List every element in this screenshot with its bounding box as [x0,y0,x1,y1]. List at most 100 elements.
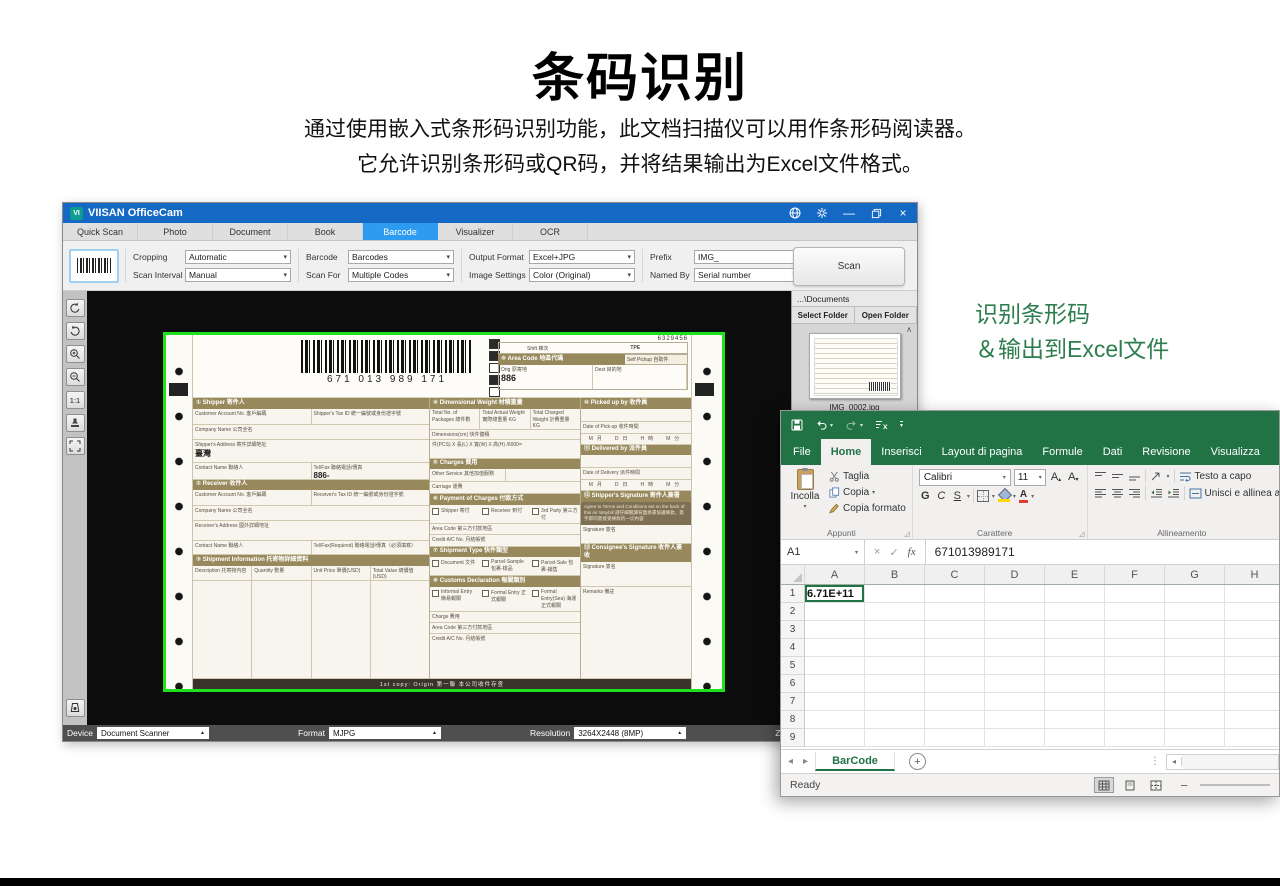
cell-F2[interactable] [1105,603,1165,621]
wrap-text-button[interactable]: Testo a capo [1179,471,1252,482]
paste-button[interactable]: Incolla ▾ [787,469,823,525]
align-right-icon[interactable] [1128,488,1141,499]
cropping-select[interactable]: Automatic▾ [185,250,291,264]
row-header-5[interactable]: 5 [781,657,805,675]
cell-H1[interactable] [1225,585,1279,603]
zoom-in-icon[interactable] [66,345,85,363]
settings-gear-icon[interactable] [815,206,829,220]
language-globe-icon[interactable] [788,206,802,220]
row-header-7[interactable]: 7 [781,693,805,711]
cell-F1[interactable] [1105,585,1165,603]
cell-G8[interactable] [1165,711,1225,729]
cell-B8[interactable] [865,711,925,729]
cell-D9[interactable] [985,729,1045,747]
zoom-out-icon[interactable] [66,368,85,386]
cell-E7[interactable] [1045,693,1105,711]
tab-inserisci[interactable]: Inserisci [871,439,931,465]
dialog-launcher-icon[interactable]: ◿ [904,530,909,538]
row-header-3[interactable]: 3 [781,621,805,639]
row-header-4[interactable]: 4 [781,639,805,657]
scroll-track[interactable] [1182,755,1278,769]
undo-icon[interactable]: ▾ [815,419,833,431]
cell-E3[interactable] [1045,621,1105,639]
tab-ocr[interactable]: OCR [513,223,588,240]
cell-H8[interactable] [1225,711,1279,729]
increase-indent-icon[interactable] [1167,488,1180,499]
name-box[interactable]: A1▾ [781,540,865,564]
cell-F6[interactable] [1105,675,1165,693]
cell-D4[interactable] [985,639,1045,657]
tab-visualizer[interactable]: Visualizer [438,223,513,240]
cell-B7[interactable] [865,693,925,711]
zoom-slider[interactable] [1200,784,1270,786]
scan-for-select[interactable]: Multiple Codes▾ [348,268,454,282]
clear-sort-icon[interactable] [875,419,888,431]
cell-G5[interactable] [1165,657,1225,675]
cell-H3[interactable] [1225,621,1279,639]
font-size-select[interactable]: 11▾ [1014,469,1046,486]
cell-A1[interactable]: 6.71E+11 [805,585,865,603]
minimize-icon[interactable]: — [842,206,856,220]
cell-F8[interactable] [1105,711,1165,729]
foot-pedal-icon[interactable] [66,699,85,717]
align-top-icon[interactable] [1094,471,1107,482]
zoom-out-icon[interactable]: − [1180,778,1188,793]
save-icon[interactable] [791,419,803,431]
new-sheet-icon[interactable]: + [909,753,926,770]
sheet-tab-barcode[interactable]: BarCode [815,752,895,771]
cell-F5[interactable] [1105,657,1165,675]
grid-corner[interactable] [781,565,805,584]
column-header-H[interactable]: H [1225,565,1279,584]
cell-C6[interactable] [925,675,985,693]
italic-button[interactable]: C [935,490,948,502]
prefix-input[interactable]: IMG_ [694,250,800,264]
cell-G2[interactable] [1165,603,1225,621]
fit-screen-icon[interactable] [66,437,85,455]
tab-photo[interactable]: Photo [138,223,213,240]
cell-B6[interactable] [865,675,925,693]
cell-A7[interactable] [805,693,865,711]
scan-button[interactable]: Scan [793,247,905,286]
cell-D6[interactable] [985,675,1045,693]
rotate-cw-icon[interactable] [66,322,85,340]
cell-C5[interactable] [925,657,985,675]
underline-button[interactable]: S [951,490,964,502]
column-header-A[interactable]: A [805,565,865,584]
cell-D1[interactable] [985,585,1045,603]
cell-E5[interactable] [1045,657,1105,675]
font-name-select[interactable]: Calibri▾ [919,469,1011,486]
barcode-select[interactable]: Barcodes▾ [348,250,454,264]
device-select[interactable]: Document Scanner▲ [97,727,209,739]
cell-C4[interactable] [925,639,985,657]
row-header-6[interactable]: 6 [781,675,805,693]
cell-E1[interactable] [1045,585,1105,603]
cancel-entry-icon[interactable]: × [874,546,880,558]
tab-home[interactable]: Home [821,439,872,465]
cell-H6[interactable] [1225,675,1279,693]
cell-C8[interactable] [925,711,985,729]
cell-C3[interactable] [925,621,985,639]
scroll-up-icon[interactable]: ∧ [906,325,912,334]
cell-B9[interactable] [865,729,925,747]
cell-D2[interactable] [985,603,1045,621]
align-middle-icon[interactable] [1111,471,1124,482]
cell-C7[interactable] [925,693,985,711]
tab-book[interactable]: Book [288,223,363,240]
cell-A3[interactable] [805,621,865,639]
column-header-G[interactable]: G [1165,565,1225,584]
redo-icon[interactable]: ▾ [845,419,863,431]
tab-quick-scan[interactable]: Quick Scan [63,223,138,240]
cell-D3[interactable] [985,621,1045,639]
customize-qat-icon[interactable]: ▾ [900,421,903,429]
cell-D7[interactable] [985,693,1045,711]
open-folder-button[interactable]: Open Folder [855,307,918,323]
format-select[interactable]: MJPG▲ [329,727,441,739]
cell-E2[interactable] [1045,603,1105,621]
resolution-select[interactable]: 3264X2448 (8MP)▲ [574,727,686,739]
copy-button[interactable]: Copia▾ [829,485,906,500]
named-by-select[interactable]: Serial number▾ [694,268,800,282]
column-header-D[interactable]: D [985,565,1045,584]
cell-A8[interactable] [805,711,865,729]
cell-H5[interactable] [1225,657,1279,675]
cell-A6[interactable] [805,675,865,693]
